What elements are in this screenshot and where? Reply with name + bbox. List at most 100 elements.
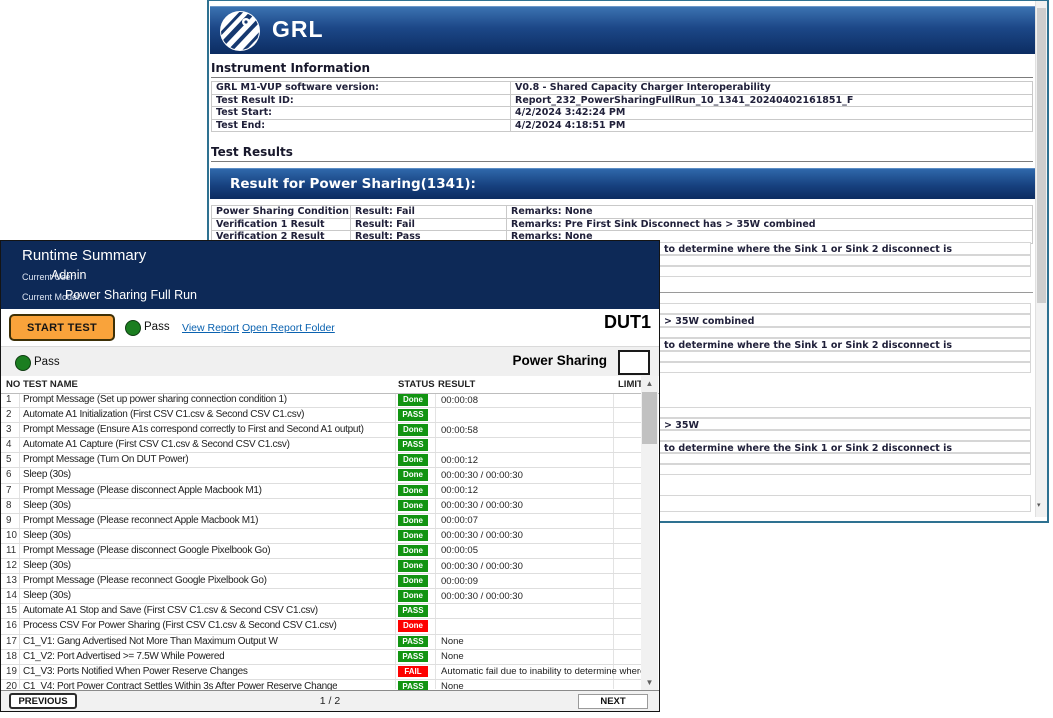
info-label-cell: Test Result ID: — [212, 94, 511, 107]
status-badge: PASS — [398, 651, 428, 663]
status-badge: Done — [398, 515, 428, 527]
pass-status-icon — [125, 320, 141, 336]
table-row[interactable]: 9 Prompt Message (Please reconnect Apple … — [1, 514, 641, 529]
remarks-fragment: to determine where the Sink 1 or Sink 2 … — [664, 244, 952, 255]
test-name: Process CSV For Power Sharing (First CSV… — [23, 620, 337, 631]
table-row[interactable]: 10Sleep (30s)Done00:00:30 / 00:00:30 — [1, 529, 641, 544]
pager-bar: PREVIOUS 1 / 2 NEXT — [1, 690, 659, 711]
report-header-banner: GRL — [210, 6, 1035, 54]
table-scrollbar-thumb[interactable] — [642, 392, 657, 444]
test-name: C1_V4: Port Power Contract Settles Withi… — [23, 681, 337, 690]
test-name: Sleep (30s) — [23, 590, 71, 601]
test-name: Prompt Message (Please reconnect Google … — [23, 575, 267, 586]
table-row[interactable]: 18C1_V2: Port Advertised >= 7.5W While P… — [1, 650, 641, 665]
test-name: Sleep (30s) — [23, 469, 71, 480]
scroll-down-icon[interactable]: ▼ — [641, 678, 658, 687]
status-badge: Done — [398, 424, 428, 436]
table-row[interactable]: 11Prompt Message (Please disconnect Goog… — [1, 544, 641, 559]
result-section-banner: Result for Power Sharing(1341): — [210, 168, 1035, 199]
open-report-folder-link[interactable]: Open Report Folder — [242, 322, 335, 334]
result-cell: Result: Fail — [351, 218, 507, 231]
result-value: 00:00:12 — [441, 485, 478, 496]
result-value: 00:00:12 — [441, 455, 478, 466]
test-steps-table: NO TEST NAME STATUS RESULT LIMIT 1Prompt… — [1, 376, 659, 690]
info-row: Test Start:4/2/2024 3:42:24 PM — [212, 107, 1033, 120]
row-number: 7 — [6, 485, 11, 496]
result-value: 00:00:30 / 00:00:30 — [441, 561, 523, 572]
info-label-cell: Test Start: — [212, 107, 511, 120]
table-row[interactable]: 1Prompt Message (Set up power sharing co… — [1, 393, 641, 408]
table-row[interactable]: 16 Process CSV For Power Sharing (First C… — [1, 619, 641, 634]
test-name: Prompt Message (Please reconnect Apple M… — [23, 515, 258, 526]
status-badge: Done — [398, 485, 428, 497]
status-badge: Done — [398, 500, 428, 512]
row-number: 6 — [6, 469, 11, 480]
power-sharing-value-box[interactable] — [618, 350, 650, 375]
table-row[interactable]: 3 Prompt Message (Ensure A1s correspond c… — [1, 423, 641, 438]
start-test-button[interactable]: START TEST — [9, 314, 115, 341]
result-value: 00:00:08 — [441, 395, 478, 406]
table-row[interactable]: 5Prompt Message (Turn On DUT Power)Done0… — [1, 453, 641, 468]
overall-status-label: Pass — [144, 321, 170, 333]
test-name: Sleep (30s) — [23, 560, 71, 571]
report-scrollbar[interactable]: ▾ — [1035, 1, 1047, 517]
page-indicator: 1 / 2 — [1, 695, 659, 707]
condition-cell: Power Sharing Condition 1 — [212, 206, 351, 219]
runtime-summary-window: Runtime Summary Current User: Admin Curr… — [0, 240, 660, 712]
table-row[interactable]: 12Sleep (30s)Done00:00:30 / 00:00:30 — [1, 559, 641, 574]
info-value-cell: 4/2/2024 3:42:24 PM — [511, 107, 1033, 120]
row-number: 2 — [6, 409, 11, 420]
table-scrollbar[interactable]: ▲ ▼ — [641, 376, 658, 690]
result-cell: Result: Fail — [351, 206, 507, 219]
result-value: 00:00:30 / 00:00:30 — [441, 591, 523, 602]
row-number: 20 — [6, 681, 17, 690]
test-name: C1_V3: Ports Notified When Power Reserve… — [23, 666, 248, 677]
test-name: Automate A1 Capture (First CSV C1.csv & … — [23, 439, 290, 450]
grl-logo-text: GRL — [272, 16, 324, 43]
column-header-status: STATUS — [398, 379, 435, 390]
table-row[interactable]: 17C1_V1: Gang Advertised Not More Than M… — [1, 635, 641, 650]
row-number: 11 — [6, 545, 16, 556]
table-row[interactable]: 7Prompt Message (Please disconnect Apple… — [1, 484, 641, 499]
table-row[interactable]: 14Sleep (30s)Done00:00:30 / 00:00:30 — [1, 589, 641, 604]
next-button[interactable]: NEXT — [578, 694, 648, 709]
info-row: GRL M1-VUP software version:V0.8 - Share… — [212, 82, 1033, 95]
table-row[interactable]: 19 C1_V3: Ports Notified When Power Reser… — [1, 665, 641, 680]
table-row[interactable]: 8Sleep (30s)Done00:00:30 / 00:00:30 — [1, 499, 641, 514]
row-number: 17 — [6, 636, 17, 647]
table-row[interactable]: 6Sleep (30s)Done00:00:30 / 00:00:30 — [1, 468, 641, 483]
view-report-link[interactable]: View Report — [182, 322, 239, 334]
status-badge: Done — [398, 394, 428, 406]
condition-cell: Verification 1 Result — [212, 218, 351, 231]
status-badge: FAIL — [398, 666, 428, 678]
column-header-name: TEST NAME — [23, 379, 78, 390]
column-header-no: NO — [6, 379, 20, 390]
status-badge: Done — [398, 620, 428, 632]
remarks-cell: Remarks: Pre First Sink Disconnect has >… — [507, 218, 1033, 231]
row-number: 3 — [6, 424, 11, 435]
test-name: Prompt Message (Ensure A1s correspond co… — [23, 424, 364, 435]
table-row[interactable]: 2Automate A1 Initialization (First CSV C… — [1, 408, 641, 423]
info-label-cell: GRL M1-VUP software version: — [212, 82, 511, 95]
test-results-heading: Test Results — [211, 145, 1033, 162]
result-row: Verification 1 ResultResult: FailRemarks… — [212, 218, 1033, 231]
result-value: None — [441, 651, 464, 662]
table-row[interactable]: 20 C1_V4: Port Power Contract Settles Wit… — [1, 680, 641, 690]
table-row[interactable]: 13Prompt Message (Please reconnect Googl… — [1, 574, 641, 589]
result-value: 00:00:30 / 00:00:30 — [441, 500, 523, 511]
status-badge: PASS — [398, 439, 428, 451]
table-row[interactable]: 15Automate A1 Stop and Save (First CSV C… — [1, 604, 641, 619]
row-number: 1 — [6, 394, 11, 405]
row-number: 19 — [6, 666, 17, 677]
scroll-up-icon[interactable]: ▲ — [641, 379, 658, 388]
row-number: 9 — [6, 515, 11, 526]
status-badge: PASS — [398, 636, 428, 648]
report-scrollbar-thumb[interactable] — [1037, 8, 1046, 303]
row-number: 16 — [6, 620, 17, 631]
result-value: Automatic fail due to inability to deter… — [441, 666, 641, 677]
row-number: 18 — [6, 651, 17, 662]
result-value: 00:00:30 / 00:00:30 — [441, 530, 523, 541]
scroll-down-icon[interactable]: ▾ — [1037, 502, 1041, 509]
row-number: 5 — [6, 454, 11, 465]
table-row[interactable]: 4Automate A1 Capture (First CSV C1.csv &… — [1, 438, 641, 453]
